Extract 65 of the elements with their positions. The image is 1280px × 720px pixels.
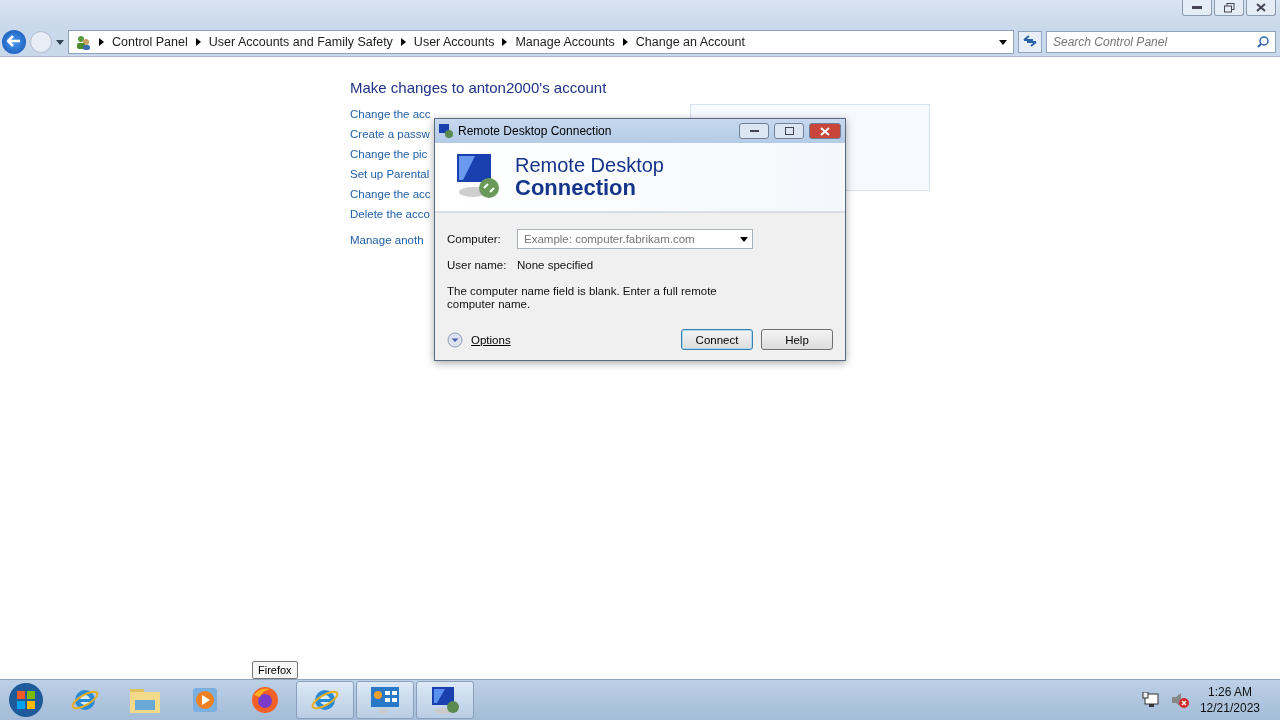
back-button[interactable] — [2, 30, 26, 54]
control-panel-icon — [369, 685, 401, 715]
restore-button[interactable] — [1214, 0, 1244, 16]
search-box[interactable]: Search Control Panel — [1046, 31, 1276, 53]
start-orb-icon — [7, 681, 45, 719]
restore-icon — [1223, 2, 1235, 13]
breadcrumb-item[interactable]: Control Panel — [112, 35, 188, 49]
task-link[interactable]: Set up Parental — [350, 168, 430, 180]
tooltip: Firefox — [252, 661, 298, 679]
minimize-icon — [1192, 6, 1202, 9]
address-bar[interactable]: Control Panel User Accounts and Family Safety User Accounts Manage Accounts Change an Account — [68, 30, 1014, 54]
back-arrow-icon — [7, 34, 21, 47]
field-label: User name: — [447, 259, 508, 271]
breadcrumb-item[interactable]: Change an Account — [635, 35, 745, 49]
start-button[interactable] — [6, 681, 46, 719]
taskbar-button[interactable] — [296, 681, 354, 719]
monitor-icon — [439, 124, 453, 138]
close-icon — [1256, 3, 1266, 12]
fox-globe-icon — [250, 685, 280, 715]
breadcrumb-item[interactable]: User Accounts and Family Safety — [208, 35, 393, 49]
task-link[interactable]: Change the pic — [350, 148, 428, 160]
task-link[interactable]: Change the acc — [350, 108, 431, 120]
dialog-title: Remote Desktop Connection — [458, 124, 613, 138]
play-icon — [192, 687, 218, 713]
close-button[interactable] — [809, 123, 841, 139]
field-value: None specified — [517, 259, 594, 271]
task-link[interactable]: Change the acc — [350, 188, 431, 200]
connect-button[interactable]: Connect — [681, 329, 753, 350]
options-link[interactable]: Options — [471, 333, 511, 346]
maximize-icon — [784, 127, 794, 135]
search-icon — [1257, 36, 1269, 48]
computer-field[interactable]: Example: computer.fabrikam.com — [517, 229, 753, 249]
minimize-button[interactable] — [739, 123, 769, 139]
refresh-button[interactable] — [1018, 31, 1042, 53]
taskbar-button[interactable] — [356, 681, 414, 719]
dropdown-caret-icon[interactable] — [999, 39, 1007, 45]
dropdown-caret-icon[interactable] — [740, 236, 748, 242]
users-icon — [75, 34, 91, 50]
breadcrumb-item[interactable]: User Accounts — [413, 35, 495, 49]
maximize-button[interactable] — [774, 123, 804, 139]
banner-title: Connection — [515, 176, 636, 200]
close-button[interactable] — [1246, 0, 1276, 16]
page-heading: Make changes to anton2000's account — [350, 79, 608, 96]
breadcrumb-item[interactable]: Manage Accounts — [515, 35, 615, 49]
expand-icon[interactable] — [447, 331, 463, 348]
monitor-icon — [429, 685, 461, 715]
field-label: Computer: — [447, 233, 502, 245]
minimize-button[interactable] — [1182, 0, 1212, 16]
help-button[interactable]: Help — [761, 329, 833, 350]
status-message: The computer name field is blank. Enter a full remote computer name. — [447, 285, 718, 311]
clock-time[interactable]: 1:26 AM — [1199, 684, 1260, 700]
task-link[interactable]: Delete the acco — [350, 208, 430, 220]
dropdown-caret-icon[interactable] — [56, 39, 64, 45]
speaker-muted-icon[interactable] — [1169, 691, 1190, 709]
clock-date[interactable]: 12/21/2023 — [1199, 700, 1260, 716]
task-link[interactable]: Manage anoth — [350, 234, 424, 246]
folder-icon — [129, 686, 161, 714]
banner-title: Remote Desktop — [515, 154, 664, 176]
search-field[interactable]: Search Control Panel — [1053, 32, 1257, 52]
close-icon — [820, 126, 830, 136]
refresh-icon — [1023, 34, 1037, 47]
network-icon[interactable] — [1141, 692, 1160, 708]
taskbar-button[interactable] — [416, 681, 474, 719]
minimize-icon — [749, 129, 759, 133]
task-link[interactable]: Create a passw — [350, 128, 430, 140]
